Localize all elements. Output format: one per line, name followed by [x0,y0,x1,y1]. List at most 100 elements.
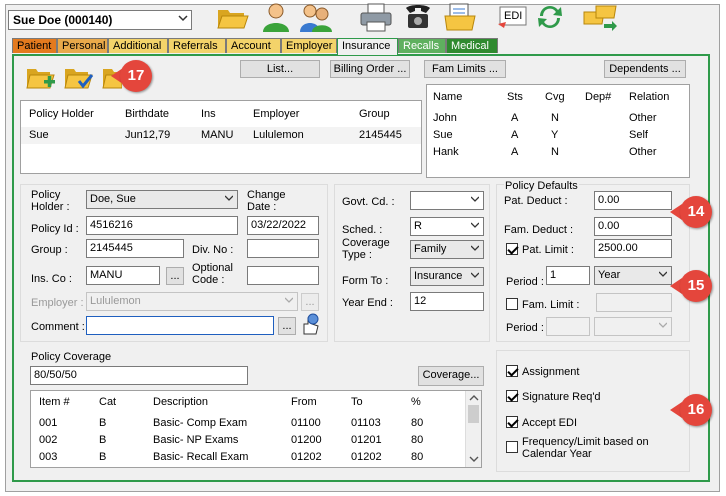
family-people-icon[interactable] [298,2,334,32]
pat-limit-label: Pat. Limit : [522,244,574,256]
table-row[interactable]: 001 B Basic- Comp Exam 01100 01103 80 [31,415,481,432]
coverage-table-scrollbar[interactable] [465,391,481,467]
fam-limit-checkbox[interactable] [506,298,518,310]
employer-label: Employer : [31,297,84,309]
period-unit-select[interactable]: Year [594,266,672,285]
verify-policy-folder-icon[interactable] [64,64,94,92]
tab-employer[interactable]: Employer [281,38,337,53]
change-date-field[interactable]: 03/22/2022 [247,216,319,235]
coverage-type-select[interactable]: Family [410,240,484,259]
family-table: Name Sts Cvg Dep# Relation John A N Othe… [426,84,690,178]
period-field[interactable]: 1 [546,266,590,285]
comment-label: Comment : [31,321,85,333]
comment-lookup-button[interactable]: ... [278,317,296,335]
group-field[interactable]: 2145445 [86,239,184,258]
callout-14: 14 [680,196,712,228]
table-row[interactable]: Sue Jun12,79 MANU Lululemon 2145445 [21,127,421,144]
chevron-down-icon [659,271,667,277]
comment-note-hand-icon[interactable] [298,312,322,338]
policy-holder-select[interactable]: Doe, Sue [86,190,238,209]
employer-lookup-button[interactable]: ... [301,293,319,311]
fam-deduct-field[interactable]: 0.00 [594,217,672,236]
chevron-down-icon [471,222,479,228]
policy-coverage-field[interactable]: 80/50/50 [30,366,248,385]
edi-button[interactable]: EDI [496,4,530,30]
table-row[interactable]: Hank A N Other [427,144,689,161]
coverage-table: Item # Cat Description From To % 001 B B… [30,390,482,468]
tab-insurance[interactable]: Insurance [337,38,398,55]
form-to-select[interactable]: Insurance [410,267,484,286]
assignment-label: Assignment [522,366,580,378]
patient-person-icon[interactable] [258,2,294,32]
policy-id-field[interactable]: 4516216 [86,216,238,235]
signature-checkbox[interactable] [506,390,518,402]
tab-patient[interactable]: Patient [12,38,57,53]
pat-limit-field[interactable]: 2500.00 [594,239,672,258]
year-end-label: Year End : [342,297,393,309]
policy-holder-label: Policy Holder : [31,189,70,213]
tab-referrals[interactable]: Referrals [168,38,226,53]
chevron-down-icon [225,195,233,201]
ins-co-label: Ins. Co : [31,273,72,285]
govt-cd-label: Govt. Cd. : [342,196,395,208]
accept-edi-checkbox[interactable] [506,416,518,428]
frequency-checkbox[interactable] [506,441,518,453]
patient-selector[interactable]: Sue Doe (000140) [8,10,192,30]
div-no-label: Div. No : [192,244,234,256]
comment-field[interactable] [86,316,274,335]
signature-label: Signature Req'd [522,391,601,403]
family-table-header: Name Sts Cvg Dep# Relation [433,91,670,103]
group-label: Group : [31,244,68,256]
fam-limit-label: Fam. Limit : [522,299,580,311]
govt-cd-select[interactable] [410,191,484,210]
year-end-field[interactable]: 12 [410,292,484,311]
scroll-down-icon[interactable] [469,455,479,463]
callout-17: 17 [120,60,152,92]
open-folder-icon[interactable] [214,2,250,32]
chevron-down-icon [471,245,479,251]
pat-limit-checkbox[interactable] [506,243,518,255]
optional-code-field[interactable] [247,266,319,285]
tab-personal[interactable]: Personal [57,38,108,53]
tab-account[interactable]: Account [226,38,281,53]
policy-coverage-label: Policy Coverage [31,351,112,363]
add-policy-folder-icon[interactable] [26,64,56,92]
policy-id-label: Policy Id : [31,223,79,235]
table-row[interactable]: John A N Other [427,110,689,127]
refresh-icon[interactable] [532,2,568,32]
coverage-table-header: Item # Cat Description From To % [39,396,421,408]
table-row[interactable]: 002 B Basic- NP Exams 01200 01201 80 [31,432,481,449]
table-row[interactable]: Sue A Y Self [427,127,689,144]
dependents-button[interactable]: Dependents ... [604,60,686,78]
table-row[interactable]: 003 B Basic- Recall Exam 01202 01202 80 [31,449,481,466]
billing-order-button[interactable]: Billing Order ... [330,60,410,78]
period2-field[interactable] [546,317,590,336]
tab-recalls[interactable]: Recalls [398,38,446,53]
coverage-button[interactable]: Coverage... [418,366,484,386]
notepad-folder-icon[interactable] [442,2,478,32]
printer-icon[interactable] [358,2,394,32]
scroll-up-icon[interactable] [469,394,479,402]
fam-limits-button[interactable]: Fam Limits ... [424,60,506,78]
period-label: Period : [506,276,544,288]
assignment-checkbox[interactable] [506,365,518,377]
pat-deduct-field[interactable]: 0.00 [594,191,672,210]
employer-select[interactable]: Lululemon [86,292,298,311]
fam-limit-field[interactable] [596,293,672,312]
policy-table-header: Policy Holder Birthdate Ins Employer Gro… [29,108,390,120]
form-to-label: Form To : [342,275,389,287]
div-no-field[interactable] [247,239,319,258]
coverage-type-label: Coverage Type : [342,237,390,261]
ins-co-field[interactable]: MANU [86,266,160,285]
transfer-folders-icon[interactable] [582,2,618,32]
list-button[interactable]: List... [240,60,320,78]
ins-co-lookup-button[interactable]: ... [166,267,184,285]
sched-select[interactable]: R [410,217,484,236]
tab-medical[interactable]: Medical [446,38,498,53]
period2-unit-select[interactable] [594,317,672,336]
tab-additional[interactable]: Additional [108,38,168,53]
policy-table: Policy Holder Birthdate Ins Employer Gro… [20,100,422,174]
callout-16: 16 [680,394,712,426]
scroll-thumb[interactable] [468,405,479,423]
telephone-icon[interactable] [400,2,436,32]
